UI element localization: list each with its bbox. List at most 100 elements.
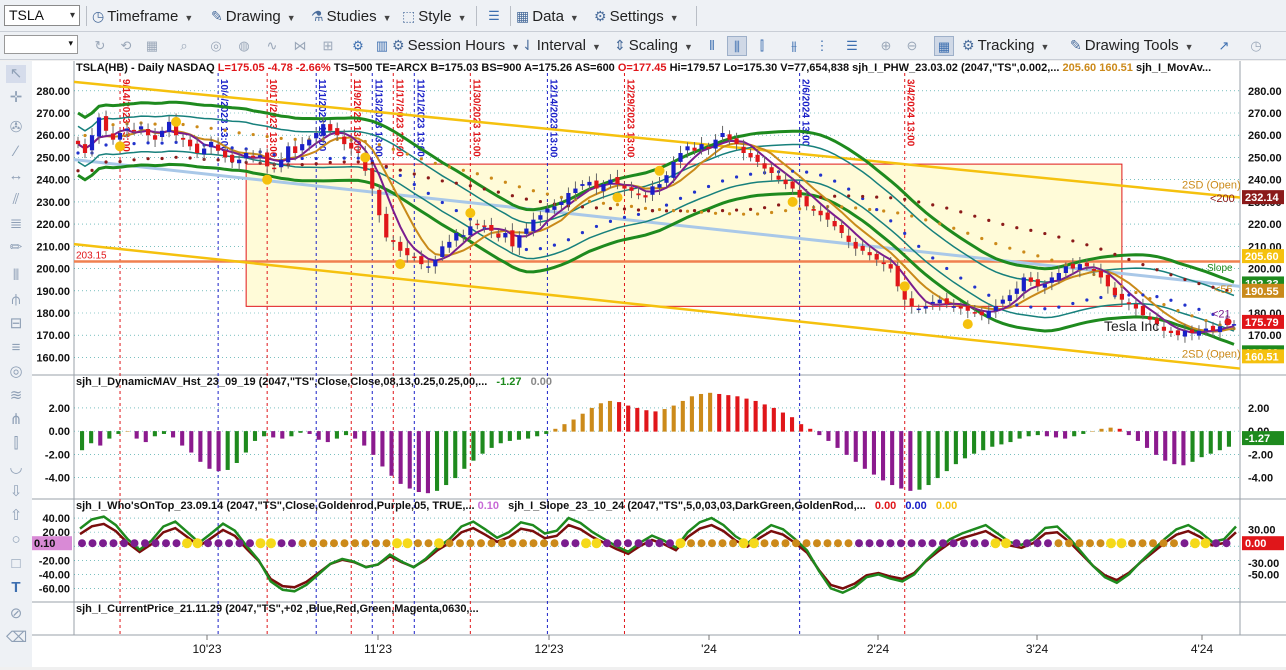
orange-dot-ma: [601, 201, 606, 205]
layout-icon[interactable]: ☰: [842, 36, 862, 56]
indicator-icon[interactable]: ◍: [234, 36, 254, 56]
whos-on-top-dot: [120, 539, 128, 548]
candle-body: [110, 133, 116, 140]
mixed-chart-icon[interactable]: ▥: [372, 36, 392, 56]
whos-on-top-highlight-dot: [1116, 538, 1127, 549]
clock-icon[interactable]: ◷: [1246, 36, 1266, 56]
studies-menu[interactable]: ⚗ Studies ▼: [311, 6, 392, 26]
arc-icon[interactable]: ◡: [6, 459, 26, 477]
history-icon[interactable]: ⟲: [116, 36, 136, 56]
rectangle-icon[interactable]: □: [6, 555, 26, 573]
account-selector[interactable]: ▾: [4, 35, 78, 54]
chart-canvas[interactable]: 280.00 280.00 270.00 270.00 260.00 260.00 250.…: [32, 61, 1286, 667]
wot-tick-label-right: 30.00: [1248, 524, 1276, 536]
whos-on-top-highlight-dot: [591, 538, 602, 549]
arrow-down-icon[interactable]: ⇩: [6, 483, 26, 501]
arrow-up-icon[interactable]: ⇧: [6, 507, 26, 525]
gear-icon[interactable]: ⚙: [348, 36, 368, 56]
whos-on-top-highlight-dot: [392, 538, 402, 549]
pen-icon[interactable]: ✏: [6, 239, 26, 257]
settings-menu[interactable]: ⚙ Settings ▼: [594, 6, 679, 26]
refresh-icon[interactable]: ↻: [90, 36, 110, 56]
candle-body: [972, 312, 977, 314]
vertical-lines-icon[interactable]: ⦀: [6, 267, 26, 285]
whos-on-top-dot: [813, 539, 821, 548]
orange-dot-ma: [265, 134, 269, 139]
current-price-legend: sjh_I_CurrentPrice_21.11.29 (2047,"TS",+…: [76, 603, 479, 615]
interval-menu[interactable]: ⇃ Interval ▼: [522, 35, 601, 55]
price-axis-tag-label: 205.60: [1245, 251, 1279, 263]
whos-on-top-dot: [939, 539, 947, 548]
table-icon[interactable]: ▦: [142, 36, 162, 56]
orange-dot-ma: [503, 180, 507, 184]
target-icon[interactable]: ◎: [6, 363, 26, 381]
candle-body: [475, 223, 480, 226]
brown-dot-ma: [1141, 263, 1145, 267]
ray-icon[interactable]: ↔: [6, 167, 26, 185]
wedge-icon[interactable]: ⫿: [6, 435, 26, 453]
session-hours-menu[interactable]: ⚙ Session Hours ▼: [392, 35, 520, 55]
brown-dot-ma: [468, 184, 472, 188]
circle-icon[interactable]: ○: [6, 531, 26, 549]
annotation-slope: Slope: [1207, 263, 1233, 274]
text-icon[interactable]: T: [6, 579, 26, 597]
style-menu[interactable]: ⬚ Style ▼: [402, 6, 467, 26]
timeframe-menu[interactable]: ◷ Timeframe ▼: [92, 6, 193, 26]
gann-icon[interactable]: ⊟: [6, 315, 26, 333]
drawing-menu[interactable]: ✎ Drawing ▼: [211, 6, 296, 26]
orange-dot-ma: [489, 176, 493, 180]
histogram-bar: [689, 396, 694, 432]
quote-icon[interactable]: ⌕: [174, 36, 194, 56]
speed-lines-icon[interactable]: ≡: [6, 339, 26, 357]
wrench-icon[interactable]: ✇: [6, 119, 26, 137]
orange-dot-ma: [868, 207, 872, 212]
tracking-menu[interactable]: ⚙ Tracking ▼: [962, 35, 1049, 55]
zoom-out-icon[interactable]: ⊖: [902, 36, 922, 56]
orange-dot-ma: [713, 211, 718, 215]
blue-dot-ma: [356, 156, 360, 160]
pitchfork-icon[interactable]: ⫛: [6, 291, 26, 309]
symbol-selector[interactable]: TSLA ▾: [4, 5, 80, 26]
whos-on-top-dot: [949, 539, 958, 548]
whos-on-top-dot: [466, 539, 475, 548]
channel-icon[interactable]: ⫽: [6, 191, 26, 209]
candle-body: [1140, 305, 1146, 316]
pointer-icon[interactable]: ↖: [6, 65, 26, 83]
candlestick-icon[interactable]: ⫼: [727, 36, 747, 56]
trash-icon[interactable]: ⌫: [6, 629, 27, 647]
levels-icon[interactable]: ≋: [6, 387, 26, 405]
whos-on-top-dot: [834, 539, 842, 548]
volume-icon[interactable]: ⫵: [784, 36, 804, 56]
overlay-icon[interactable]: ⋈: [290, 36, 310, 56]
candle-body: [818, 210, 823, 216]
compare-icon[interactable]: ⊞: [318, 36, 338, 56]
histogram-bar: [398, 431, 403, 484]
chart-window[interactable]: 280.00 280.00 270.00 270.00 260.00 260.00 250.…: [32, 61, 1286, 667]
fib-icon[interactable]: ≣: [6, 215, 26, 233]
data-menu[interactable]: ▦ Data ▼: [516, 6, 579, 26]
histogram-bar: [171, 431, 176, 438]
cycle-icon[interactable]: ⋔: [6, 411, 26, 429]
line-icon[interactable]: ∕: [6, 143, 26, 161]
scaling-menu[interactable]: ⇕ Scaling ▼: [614, 35, 693, 55]
chart-toolbar: ▾ ↻ ⟲ ▦ ⌕ ◎ ◍ ∿ ⋈ ⊞ ⚙ ▥ ⚙ Session Hours ▼ …: [0, 32, 1286, 60]
hollow-candle-icon[interactable]: ⫿: [752, 36, 772, 56]
eraser-icon[interactable]: ⊘: [6, 605, 26, 623]
orange-dot-ma: [1134, 290, 1138, 295]
crosshair-icon[interactable]: ✛: [6, 89, 26, 107]
grid-icon[interactable]: ▦: [934, 36, 954, 56]
cursor-icon[interactable]: ◎: [206, 36, 226, 56]
point-figure-icon[interactable]: ⋮: [812, 36, 832, 56]
candle-body: [1182, 330, 1188, 337]
bar-chart-icon[interactable]: ⫴: [702, 36, 722, 56]
histogram-bar: [1017, 431, 1022, 439]
trend-icon[interactable]: ↗: [1214, 36, 1234, 56]
histogram-bar: [516, 431, 522, 440]
wave-icon[interactable]: ∿: [262, 36, 282, 56]
candle-body: [237, 159, 242, 164]
zoom-in-icon[interactable]: ⊕: [876, 36, 896, 56]
layout-icon[interactable]: ☰: [484, 6, 504, 26]
orange-dot-ma: [587, 199, 592, 203]
gear-icon: ⚙: [962, 37, 975, 53]
drawing-tools-menu[interactable]: ✎ Drawing Tools ▼: [1070, 35, 1194, 55]
